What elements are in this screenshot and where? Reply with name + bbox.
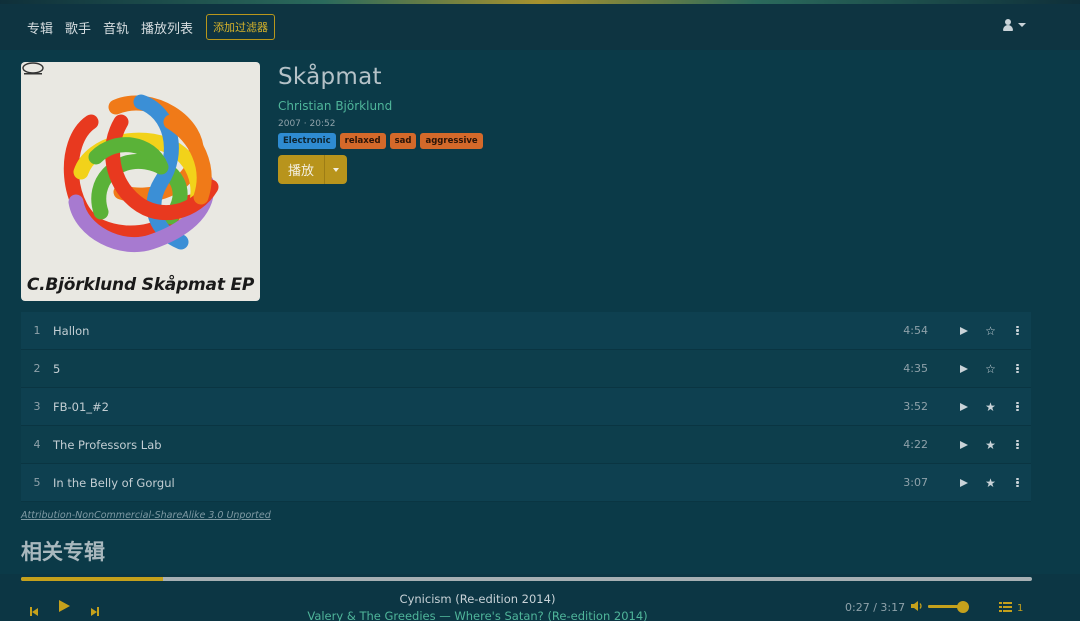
track-star-button[interactable]: ★ xyxy=(977,426,1004,463)
track-play-button[interactable] xyxy=(950,312,977,349)
track-more-button[interactable] xyxy=(1004,426,1031,463)
track-more-button[interactable] xyxy=(1004,388,1031,425)
track-star-button[interactable]: ★ xyxy=(977,388,1004,425)
play-icon xyxy=(959,326,968,335)
now-playing-artist-album[interactable]: Valery & The Greedies — Where's Satan? (… xyxy=(0,609,955,621)
track-title: FB-01_#2 xyxy=(53,399,109,414)
track-star-button[interactable]: ★ xyxy=(977,464,1004,501)
nav-albums[interactable]: 专辑 xyxy=(27,18,53,37)
album-meta: 2007 · 20:52 xyxy=(278,119,336,129)
track-more-button[interactable] xyxy=(1004,350,1031,387)
cover-text: C.Björklund Skåpmat EP xyxy=(26,275,255,295)
track-star-button[interactable]: ☆ xyxy=(977,312,1004,349)
track-duration: 4:22 xyxy=(903,438,928,451)
caret-down-icon xyxy=(333,167,340,172)
track-play-button[interactable] xyxy=(950,388,977,425)
volume-icon[interactable] xyxy=(910,600,924,612)
playback-time: 0:27 / 3:17 xyxy=(845,601,906,614)
nav-artists[interactable]: 歌手 xyxy=(65,18,91,37)
track-play-button[interactable] xyxy=(950,426,977,463)
track-row[interactable]: 3 FB-01_#2 3:52 ★ xyxy=(21,388,1031,426)
track-duration: 4:35 xyxy=(903,362,928,375)
nav-links: 专辑 歌手 音轨 播放列表 添加过滤器 xyxy=(27,14,276,40)
tag-electronic[interactable]: Electronic xyxy=(278,133,336,149)
album-title: Skåpmat xyxy=(278,64,382,90)
album-cover[interactable]: C.Björklund Skåpmat EP xyxy=(21,62,260,301)
track-star-button[interactable]: ☆ xyxy=(977,350,1004,387)
queue-count: 1 xyxy=(1017,603,1024,614)
track-row[interactable]: 4 The Professors Lab 4:22 ★ xyxy=(21,426,1031,464)
now-playing-title: Cynicism (Re-edition 2014) xyxy=(399,592,556,606)
play-icon xyxy=(959,402,968,411)
user-icon xyxy=(1003,19,1013,31)
track-more-button[interactable] xyxy=(1004,464,1031,501)
track-duration: 3:07 xyxy=(903,476,928,489)
star-filled-icon: ★ xyxy=(985,437,996,452)
star-filled-icon: ★ xyxy=(985,399,996,414)
track-number: 2 xyxy=(33,362,41,375)
track-number: 1 xyxy=(33,324,41,337)
progress-bar[interactable] xyxy=(21,577,1032,581)
play-icon xyxy=(959,364,968,373)
tag-aggressive[interactable]: aggressive xyxy=(420,133,483,149)
progress-fill xyxy=(21,577,163,581)
more-vertical-icon xyxy=(1016,477,1019,488)
track-list: 1 Hallon 4:54 ☆ 2 5 4:35 ☆ 3 FB-01_#2 3:… xyxy=(21,312,1031,502)
genre-tags: Electronic relaxed sad aggressive xyxy=(278,133,487,149)
album-art-knot xyxy=(63,94,219,253)
track-row[interactable]: 5 In the Belly of Gorgul 3:07 ★ xyxy=(21,464,1031,502)
track-title: In the Belly of Gorgul xyxy=(53,475,175,490)
play-button-group: 播放 xyxy=(278,155,487,184)
track-duration: 4:54 xyxy=(903,324,928,337)
track-title: 5 xyxy=(53,361,61,376)
track-title: The Professors Lab xyxy=(53,437,162,452)
star-outline-icon: ☆ xyxy=(985,323,996,338)
track-number: 3 xyxy=(33,400,41,413)
tag-sad[interactable]: sad xyxy=(389,133,417,149)
track-more-button[interactable] xyxy=(1004,312,1031,349)
more-vertical-icon xyxy=(1016,325,1019,336)
navbar: 专辑 歌手 音轨 播放列表 添加过滤器 xyxy=(0,4,1080,50)
add-filter-button[interactable]: 添加过滤器 xyxy=(206,14,276,40)
track-row[interactable]: 2 5 4:35 ☆ xyxy=(21,350,1031,388)
volume-fill xyxy=(928,605,960,608)
star-outline-icon: ☆ xyxy=(985,361,996,376)
track-number: 4 xyxy=(33,438,41,451)
player-bar: Cynicism (Re-edition 2014) Valery & The … xyxy=(0,574,1080,621)
track-play-button[interactable] xyxy=(950,464,977,501)
star-filled-icon: ★ xyxy=(985,475,996,490)
track-duration: 3:52 xyxy=(903,400,928,413)
track-title: Hallon xyxy=(53,323,90,338)
album-artist-link[interactable]: Christian Björklund xyxy=(278,99,487,113)
more-vertical-icon xyxy=(1016,363,1019,374)
related-albums-heading: 相关专辑 xyxy=(21,540,105,564)
user-menu[interactable] xyxy=(1003,19,1026,31)
queue-list-icon[interactable] xyxy=(999,602,1012,612)
tag-relaxed[interactable]: relaxed xyxy=(339,133,386,149)
play-options-dropdown[interactable] xyxy=(324,155,348,184)
license-link[interactable]: Attribution-NonCommercial-ShareAlike 3.0… xyxy=(21,510,271,521)
label-logo xyxy=(22,62,44,75)
caret-down-icon xyxy=(1018,23,1026,27)
play-icon xyxy=(959,478,968,487)
album-info: Skåpmat Christian Björklund 2007 · 20:52… xyxy=(278,64,487,184)
track-number: 5 xyxy=(33,476,41,489)
nav-tracks[interactable]: 音轨 xyxy=(103,18,129,37)
more-vertical-icon xyxy=(1016,401,1019,412)
nav-playlists[interactable]: 播放列表 xyxy=(141,18,193,37)
play-album-button[interactable]: 播放 xyxy=(278,155,325,184)
play-icon xyxy=(959,440,968,449)
volume-knob[interactable] xyxy=(957,601,969,613)
track-row[interactable]: 1 Hallon 4:54 ☆ xyxy=(21,312,1031,350)
track-play-button[interactable] xyxy=(950,350,977,387)
more-vertical-icon xyxy=(1016,439,1019,450)
